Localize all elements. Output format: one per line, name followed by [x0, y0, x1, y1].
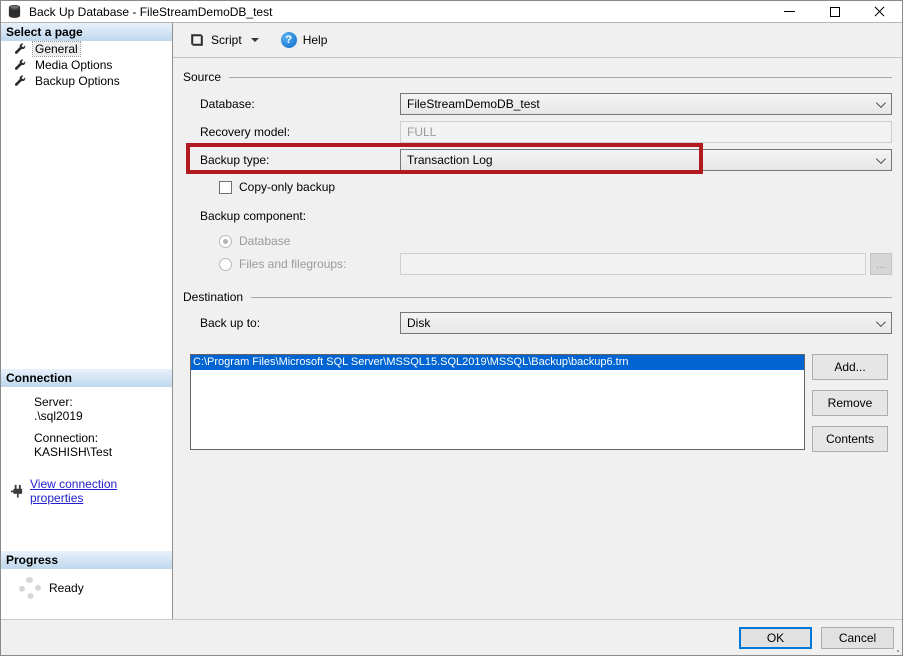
maximize-button[interactable]	[812, 1, 857, 22]
database-icon	[7, 4, 22, 19]
backup-type-combobox[interactable]: Transaction Log	[400, 149, 892, 171]
sidebar-item-label: Media Options	[35, 58, 113, 72]
files-filegroups-radio-label: Files and filegroups:	[239, 257, 347, 271]
connection-label: Connection:	[34, 431, 99, 445]
chevron-down-icon	[875, 153, 886, 164]
minimize-icon	[784, 11, 795, 12]
sidebar-item-backup-options[interactable]: Backup Options	[1, 73, 172, 89]
toolbar: Script ? Help	[173, 23, 902, 58]
recovery-model-value: FULL	[407, 125, 437, 139]
back-up-to-label: Back up to:	[200, 316, 261, 330]
connection-header: Connection	[1, 369, 172, 387]
help-label: Help	[302, 33, 328, 47]
files-filegroups-field	[400, 253, 866, 275]
back-up-to-value: Disk	[407, 316, 431, 330]
wrench-icon	[14, 43, 26, 55]
destination-section-label: Destination	[183, 290, 244, 304]
connection-value: KASHISH\Test	[34, 445, 113, 459]
backup-type-label: Backup type:	[200, 153, 270, 167]
backup-path-item[interactable]: C:\Program Files\Microsoft SQL Server\MS…	[191, 355, 804, 370]
script-dropdown-icon	[250, 38, 259, 42]
source-section-divider	[229, 76, 892, 78]
source-section-label: Source	[183, 70, 222, 84]
progress-spinner-icon	[19, 577, 41, 599]
select-a-page-header: Select a page	[1, 23, 172, 41]
window-title: Back Up Database - FileStreamDemoDB_test	[29, 4, 273, 19]
database-label: Database:	[200, 97, 255, 111]
add-button[interactable]: Add...	[812, 354, 888, 380]
recovery-model-field: FULL	[400, 121, 892, 143]
copy-only-backup-checkbox[interactable]	[219, 180, 232, 194]
wrench-icon	[14, 59, 26, 71]
destination-section-divider	[251, 296, 892, 298]
script-label: Script	[211, 33, 242, 47]
sidebar-item-general[interactable]: General	[1, 41, 172, 57]
footer-bar: OK Cancel	[1, 619, 902, 655]
help-button[interactable]: ? Help	[263, 29, 332, 51]
close-button[interactable]	[857, 1, 902, 22]
remove-button[interactable]: Remove	[812, 390, 888, 416]
chevron-down-icon	[875, 316, 886, 327]
copy-only-backup-label: Copy-only backup	[239, 180, 336, 194]
database-combobox[interactable]: FileStreamDemoDB_test	[400, 93, 892, 115]
main-panel: Script ? Help Source Database: FileStrea…	[173, 23, 902, 619]
backup-database-dialog: Back Up Database - FileStreamDemoDB_test…	[0, 0, 903, 656]
sidebar: Select a page General Media Options Back…	[1, 23, 173, 619]
contents-button[interactable]: Contents	[812, 426, 888, 452]
progress-status: Ready	[49, 581, 84, 595]
backup-component-label: Backup component:	[200, 209, 307, 223]
script-button[interactable]: Script	[185, 29, 263, 51]
script-icon	[189, 32, 205, 48]
title-bar: Back Up Database - FileStreamDemoDB_test	[1, 1, 902, 23]
backup-destination-list[interactable]: C:\Program Files\Microsoft SQL Server\MS…	[190, 354, 805, 450]
recovery-model-label: Recovery model:	[200, 125, 291, 139]
chevron-down-icon	[875, 97, 886, 108]
general-page-content: Source Database: FileStreamDemoDB_test R…	[173, 58, 902, 619]
help-icon: ?	[280, 32, 297, 48]
database-radio	[219, 234, 232, 248]
browse-button: ...	[870, 253, 892, 275]
wrench-icon	[14, 75, 26, 87]
maximize-icon	[829, 6, 840, 17]
progress-header: Progress	[1, 551, 172, 569]
sidebar-item-label: General	[32, 41, 81, 57]
database-radio-label: Database	[239, 234, 291, 248]
resize-grip[interactable]	[897, 650, 899, 652]
view-connection-properties-link[interactable]: View connection properties	[30, 477, 172, 505]
files-filegroups-radio	[219, 257, 232, 271]
minimize-button[interactable]	[767, 1, 812, 22]
server-label: Server:	[34, 395, 73, 409]
sidebar-item-media-options[interactable]: Media Options	[1, 57, 172, 73]
connection-plug-icon	[10, 484, 25, 499]
server-value: .\sql2019	[34, 409, 83, 423]
database-value: FileStreamDemoDB_test	[407, 97, 540, 111]
backup-type-value: Transaction Log	[407, 153, 493, 167]
sidebar-item-label: Backup Options	[35, 74, 120, 88]
back-up-to-combobox[interactable]: Disk	[400, 312, 892, 334]
close-icon	[874, 6, 885, 17]
cancel-button[interactable]: Cancel	[821, 626, 894, 649]
ok-button[interactable]: OK	[739, 626, 812, 649]
